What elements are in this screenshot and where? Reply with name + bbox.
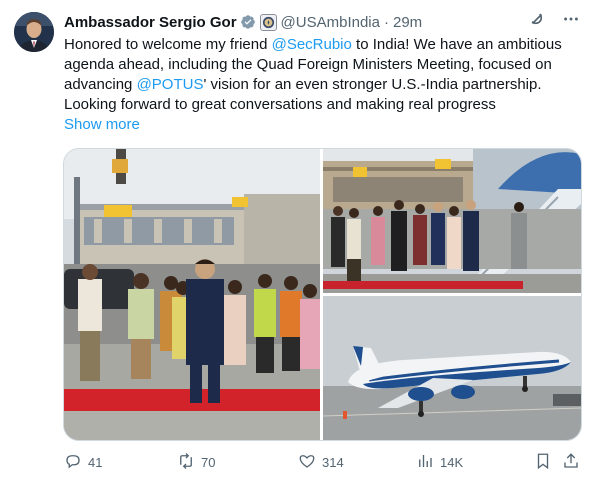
views-button[interactable]: 14K bbox=[416, 452, 463, 473]
author-name[interactable]: Ambassador Sergio Gor bbox=[64, 14, 237, 31]
repost-button[interactable]: 70 bbox=[177, 452, 215, 473]
mention-link[interactable]: @POTUS bbox=[137, 76, 204, 93]
like-button[interactable]: 314 bbox=[298, 452, 344, 473]
timestamp[interactable]: 29m bbox=[393, 14, 422, 31]
photo-welcome-line[interactable] bbox=[323, 149, 581, 293]
photo-arrival-red-carpet[interactable] bbox=[64, 149, 320, 440]
tweet-header: Ambassador Sergio Gor @USAmbIndia · 29m bbox=[64, 12, 580, 32]
share-button[interactable] bbox=[562, 452, 580, 473]
grok-icon[interactable] bbox=[528, 10, 546, 28]
reply-button[interactable]: 41 bbox=[64, 452, 102, 473]
reply-count: 41 bbox=[88, 454, 103, 470]
views-count: 14K bbox=[440, 454, 464, 470]
mention-link[interactable]: @SecRubio bbox=[272, 36, 352, 53]
separator-dot: · bbox=[383, 13, 389, 31]
photo-aircraft[interactable] bbox=[323, 296, 581, 440]
bookmark-icon bbox=[534, 452, 552, 473]
media-grid bbox=[63, 148, 582, 441]
avatar[interactable] bbox=[14, 12, 54, 52]
bookmark-button[interactable] bbox=[534, 452, 552, 473]
tweet-text-part: Honored to welcome my friend bbox=[64, 36, 272, 53]
author-handle[interactable]: @USAmbIndia bbox=[281, 14, 380, 31]
more-icon[interactable] bbox=[562, 10, 580, 28]
tweet[interactable]: Ambassador Sergio Gor @USAmbIndia · 29m bbox=[0, 0, 594, 481]
views-icon bbox=[416, 452, 434, 473]
government-seal-icon[interactable] bbox=[259, 13, 277, 31]
like-count: 314 bbox=[322, 454, 344, 470]
header-actions bbox=[528, 10, 580, 28]
tweet-text: Honored to welcome my friend @SecRubio t… bbox=[64, 35, 579, 135]
share-icon bbox=[562, 452, 580, 473]
reply-icon bbox=[64, 452, 82, 473]
repost-count: 70 bbox=[201, 454, 216, 470]
tweet-actions: 41 70 314 14K bbox=[64, 452, 580, 472]
verified-badge-icon[interactable] bbox=[240, 14, 256, 30]
repost-icon bbox=[177, 452, 195, 473]
heart-icon bbox=[298, 452, 316, 473]
show-more-link[interactable]: Show more bbox=[64, 115, 579, 135]
